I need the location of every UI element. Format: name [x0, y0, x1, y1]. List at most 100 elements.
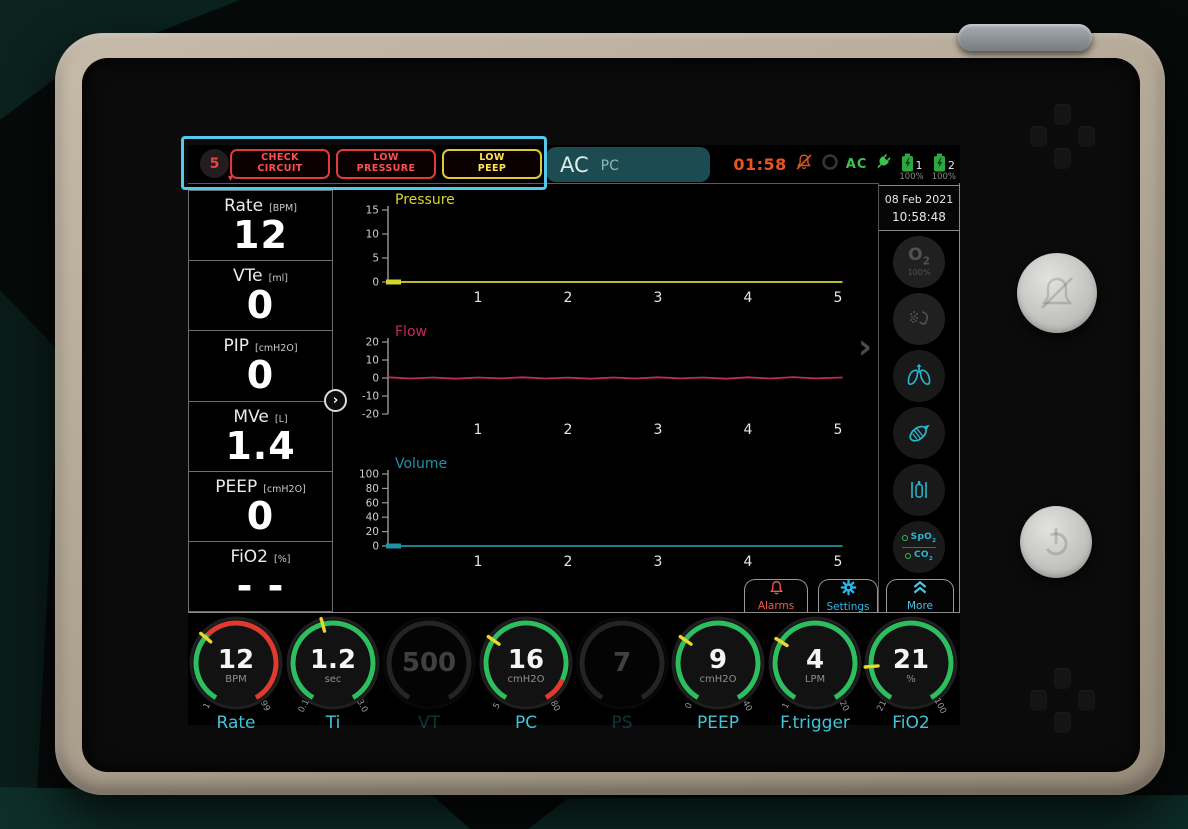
pressure-chart: Pressure15105012345: [333, 190, 878, 322]
monitored-vte: VTe [ml] 0: [188, 260, 333, 331]
y-tick-label: 100: [359, 469, 379, 481]
sidebar-functions: O2 100% SpO2 CO2: [878, 236, 960, 573]
y-tick-label: -10: [362, 391, 379, 403]
co2-row: CO2: [905, 550, 933, 562]
tab-label: Settings: [826, 601, 869, 613]
x-tick-label: 1: [474, 290, 483, 306]
knob-peep[interactable]: 9cmH2O040PEEP: [670, 613, 766, 733]
knob-unit: %: [906, 674, 916, 685]
knob-value: 21: [893, 645, 929, 675]
alarm-button-low-pressure[interactable]: LOWPRESSURE: [336, 149, 436, 179]
knob-min: 1: [202, 701, 213, 710]
cylinder-icon[interactable]: [893, 464, 945, 516]
x-tick-label: 5: [834, 290, 843, 306]
tab-settings[interactable]: Settings: [818, 579, 878, 612]
x-tick-label: 2: [564, 290, 573, 306]
gear-icon: [840, 579, 857, 600]
x-tick-label: 3: [654, 422, 663, 438]
standby-indicator-icon: [821, 153, 839, 175]
flow-chart: Flow20100-10-2012345: [333, 322, 878, 454]
o2-percent: 100%: [908, 268, 931, 277]
y-tick-label: 20: [366, 337, 379, 349]
expand-params-button[interactable]: ›: [324, 389, 347, 412]
x-tick-label: 4: [744, 290, 753, 306]
o2-label: O2: [908, 247, 930, 267]
y-tick-label: -20: [362, 409, 379, 421]
tab-alarms[interactable]: Alarms: [744, 579, 808, 612]
vent-holes-bottom: [1030, 668, 1094, 732]
y-tick-label: 40: [366, 512, 379, 524]
battery-icon: [933, 153, 946, 172]
x-tick-label: 1: [474, 422, 483, 438]
param-value: 1.4: [225, 427, 295, 467]
y-tick-label: 0: [372, 277, 379, 289]
device-handle: [958, 24, 1092, 51]
monitored-rate: Rate [BPM] 12: [188, 190, 333, 261]
knob-tick: [865, 666, 878, 667]
knob-value: 500: [402, 648, 456, 678]
y-tick-label: 5: [372, 253, 379, 265]
volume-chart: Volume10080604020012345: [333, 454, 878, 586]
alarm-button-check-circuit[interactable]: CHECKCIRCUIT: [230, 149, 330, 179]
alarm-count-badge[interactable]: 5 ▾: [200, 149, 229, 178]
elapsed-time: 01:58: [733, 155, 786, 174]
alarm-button-low-peep[interactable]: LOWPEEP: [442, 149, 542, 179]
spo2-row: SpO2: [902, 532, 937, 544]
mode-secondary: PC: [601, 158, 619, 174]
knob-rate[interactable]: 12BPM199Rate: [188, 613, 284, 733]
x-tick-label: 4: [744, 554, 753, 570]
alarm-silence-hard-button[interactable]: [1017, 253, 1097, 333]
knob-fio2[interactable]: 21%21100FiO2: [863, 613, 959, 733]
bell-icon: [768, 580, 785, 599]
monitored-fio2: FiO2 [%] - -: [188, 541, 333, 612]
chart-title: Flow: [395, 324, 427, 340]
tab-label: More: [907, 600, 933, 612]
param-value: 0: [247, 286, 274, 326]
nebulizer-icon[interactable]: [893, 293, 945, 345]
x-tick-label: 2: [564, 422, 573, 438]
tab-label: Alarms: [758, 600, 794, 612]
knob-unit: BPM: [225, 674, 247, 685]
y-tick-label: 0: [372, 373, 379, 385]
knob-vt[interactable]: 500VT: [381, 613, 477, 733]
param-value: - -: [237, 567, 285, 607]
battery-percent: 100%: [932, 172, 956, 182]
o2-flush-icon[interactable]: O2 100%: [893, 236, 945, 288]
monitored-mve: MVe [L] 1.4: [188, 401, 333, 472]
chevrons-up-icon: [910, 580, 930, 599]
alarm-button-label: PEEP: [478, 164, 507, 175]
manual-breath-icon[interactable]: [893, 407, 945, 459]
knob-label: Rate: [217, 713, 256, 733]
clock-label: 10:58:48: [892, 210, 946, 224]
tab-more[interactable]: More: [886, 579, 954, 612]
monitored-peep: PEEP [cmH2O] 0: [188, 471, 333, 542]
mode-indicator[interactable]: AC PC: [546, 147, 710, 182]
top-status-bar: 5 ▾ CHECKCIRCUITLOWPRESSURELOWPEEP AC PC…: [188, 145, 960, 183]
knob-ti[interactable]: 1.2sec0.13.0Ti: [285, 613, 381, 733]
date-label: 08 Feb 2021: [885, 193, 953, 206]
y-tick-label: 60: [366, 497, 379, 509]
param-name: PIP: [223, 336, 249, 356]
y-tick-label: 0: [372, 541, 379, 553]
knob-pc[interactable]: 16cmH2O580PC: [478, 613, 574, 733]
background-shape: [528, 795, 1188, 829]
x-tick-label: 5: [834, 554, 843, 570]
bell-muted-icon[interactable]: [794, 152, 814, 176]
lungs-icon[interactable]: [893, 350, 945, 402]
setting-knobs-row: 12BPM199Rate1.2sec0.13.0Ti500VT16cmH2O58…: [188, 613, 960, 725]
power-hard-icon: [1034, 520, 1078, 564]
knob-label: PS: [611, 713, 632, 733]
knob-ps[interactable]: 7PS: [574, 613, 670, 733]
next-waveforms-button[interactable]: ›: [852, 327, 878, 367]
battery-number: 1: [916, 159, 923, 172]
knob-f-trigger[interactable]: 4LPM120F.trigger: [767, 613, 863, 733]
knob-unit: LPM: [805, 674, 825, 685]
status-cluster: 01:58 AC: [710, 145, 960, 183]
knob-unit: sec: [325, 674, 342, 685]
knob-min: 5: [492, 701, 503, 710]
knob-label: PEEP: [697, 713, 739, 733]
power-hard-button[interactable]: [1020, 506, 1092, 578]
knob-min: 0: [684, 701, 695, 710]
gas-sensors-icon[interactable]: SpO2 CO2: [893, 521, 945, 573]
knob-value: 4: [806, 645, 824, 675]
